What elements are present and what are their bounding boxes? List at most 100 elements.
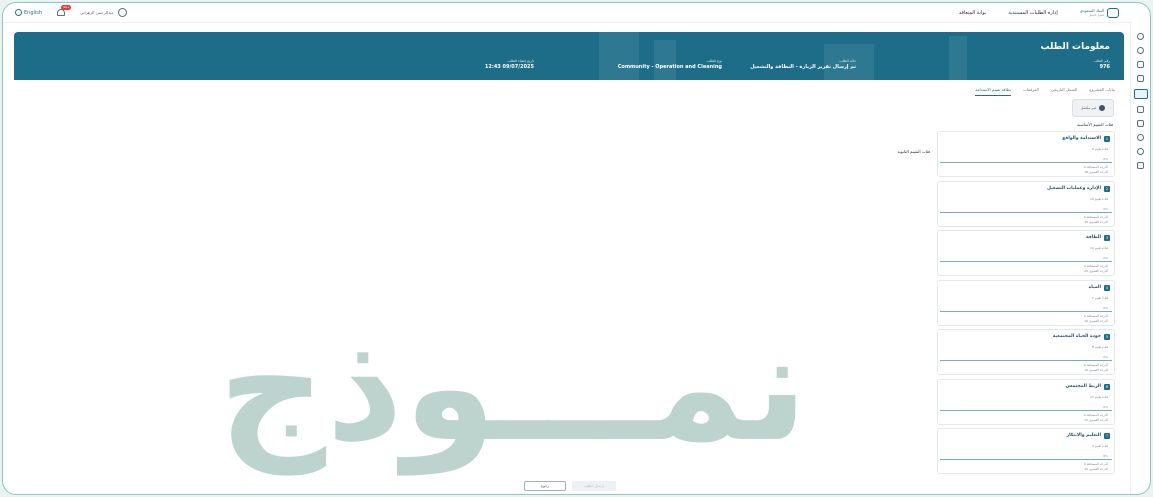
max-score: الدرجة القصوى 20 xyxy=(1084,318,1108,323)
status-icon xyxy=(1099,105,1106,111)
criteria-count: 8 فئات تقييم xyxy=(1091,345,1108,349)
request-status: حالة الطلب تم إرسال تقرير الزيارة - النظ… xyxy=(750,59,856,70)
nav-contractor-portal[interactable]: بوابة المتعاقد xyxy=(959,10,986,16)
criteria-number: 2 xyxy=(1104,185,1110,192)
top-bar: English 99+ عبدالرحمن الزهراني بوابة الم… xyxy=(3,3,1131,23)
app-frame: English 99+ عبدالرحمن الزهراني بوابة الم… xyxy=(2,2,1151,495)
tab-sustainability-card[interactable]: بطاقة تقييم الاستدامة xyxy=(975,87,1012,96)
criteria-list: 1 الاستدامة والواقع 9 فئات تقييم 0% الدر… xyxy=(937,131,1115,478)
print-icon[interactable] xyxy=(1137,120,1144,127)
criteria-card[interactable]: 3 الطاقة 10 فئات تقييم 0% الدرجة المستحق… xyxy=(937,230,1115,276)
earned-score: الدرجة المستحقة 0 xyxy=(1083,165,1108,169)
criteria-title: الربط المجتمعي xyxy=(1065,383,1101,389)
criteria-title: المياه xyxy=(1088,284,1101,290)
criteria-card[interactable]: 2 الإدارة وعمليات التشغيل 10 فئات تقييم … xyxy=(937,180,1115,227)
tab-attachments[interactable]: المرفقات xyxy=(1023,87,1039,96)
progress-bar xyxy=(940,211,1112,213)
earned-score: الدرجة المستحقة 0 xyxy=(1083,412,1108,417)
progress-bar xyxy=(940,162,1112,163)
documents-icon[interactable] xyxy=(1137,61,1144,68)
watermark: نمـــوذج xyxy=(218,301,808,475)
progress-fill xyxy=(940,459,1112,460)
earned-score: الدرجة المستحقة 0 xyxy=(1083,363,1108,367)
sub-criteria-title: فئات التقييم الثانوية xyxy=(897,149,930,154)
request-type: نوع الطلب Community - Operation and Clea… xyxy=(617,59,722,70)
max-score: الدرجة القصوى 20 xyxy=(1084,269,1108,273)
criteria-count: 9 فئات تقييم xyxy=(1091,147,1108,151)
criteria-percent: 0% xyxy=(1103,206,1108,211)
criteria-count: 4 فئات تقييم xyxy=(1091,444,1108,448)
criteria-percent: 0% xyxy=(1103,404,1108,409)
progress-bar xyxy=(940,310,1112,312)
max-score: الدرجة القصوى 18 xyxy=(1084,170,1108,174)
user-menu[interactable]: عبدالرحمن الزهراني xyxy=(80,8,127,17)
settings-icon[interactable] xyxy=(1137,134,1144,141)
earned-score: الدرجة المستحقة 0 xyxy=(1083,462,1108,466)
nav-document-requests[interactable]: إدارة الطلبات المستندية xyxy=(1008,10,1058,16)
main-criteria-title: فئات التقييم الأساسية xyxy=(1077,122,1113,127)
back-button[interactable]: رجوع xyxy=(524,481,566,491)
status-label: غير مكتمل xyxy=(1080,106,1097,110)
requests-icon[interactable] xyxy=(1133,89,1148,99)
notification-badge: 99+ xyxy=(61,5,72,10)
submit-button[interactable]: إرسال الطلب xyxy=(572,481,616,491)
criteria-count: 10 فئات تقييم xyxy=(1090,196,1108,201)
language-label: English xyxy=(24,9,43,16)
bell-icon xyxy=(57,9,66,16)
tab-project-data[interactable]: بيانات المشروع xyxy=(1089,87,1115,96)
progress-fill xyxy=(940,409,1112,411)
logo-icon xyxy=(1107,8,1119,18)
reports-icon[interactable] xyxy=(1137,162,1144,169)
criteria-count: 7 فئات تقييم xyxy=(1091,295,1108,300)
progress-fill xyxy=(940,310,1112,312)
status-badge: غير مكتمل xyxy=(1072,99,1114,117)
criteria-card[interactable]: 4 المياه 7 فئات تقييم 0% الدرجة المستحقة… xyxy=(937,279,1115,326)
criteria-card[interactable]: 1 الاستدامة والواقع 9 فئات تقييم 0% الدر… xyxy=(937,131,1115,177)
progress-fill xyxy=(940,261,1112,262)
criteria-title: الإدارة وعمليات التشغيل xyxy=(1047,185,1101,191)
progress-fill xyxy=(940,360,1112,361)
criteria-title: الاستدامة والواقع xyxy=(1062,136,1101,141)
page-title: معلومات الطلب xyxy=(1040,42,1110,52)
max-score: الدرجة القصوى 10 xyxy=(1084,467,1108,471)
criteria-number: 1 xyxy=(1104,136,1110,142)
progress-bar xyxy=(940,360,1112,361)
criteria-card[interactable]: 5 جودة الحياة المجتمعية 8 فئات تقييم 0% … xyxy=(937,329,1115,375)
criteria-number: 4 xyxy=(1104,284,1110,291)
progress-fill xyxy=(940,162,1112,163)
tab-bar: بطاقة تقييم الاستدامة المرفقات السجل الت… xyxy=(975,87,1115,96)
criteria-count: 10 فئات تقييم xyxy=(1090,394,1108,399)
earned-score: الدرجة المستحقة 0 xyxy=(1083,214,1108,219)
banner-decoration xyxy=(599,32,639,80)
criteria-percent: 0% xyxy=(1103,157,1108,161)
support-icon[interactable] xyxy=(1137,148,1144,155)
criteria-card[interactable]: 7 التعليم والابتكار 4 فئات تقييم 0% الدر… xyxy=(937,428,1115,474)
criteria-number: 6 xyxy=(1104,383,1110,390)
menu-icon[interactable] xyxy=(1137,106,1144,113)
progress-bar xyxy=(940,409,1112,411)
language-switch[interactable]: English xyxy=(15,9,42,16)
criteria-card[interactable]: 6 الربط المجتمعي 10 فئات تقييم 0% الدرجة… xyxy=(937,378,1115,425)
criteria-number: 7 xyxy=(1104,433,1110,439)
criteria-count: 10 فئات تقييم xyxy=(1090,246,1108,250)
notifications-button[interactable]: 99+ xyxy=(56,5,72,17)
avatar xyxy=(117,8,127,17)
earned-score: الدرجة المستحقة 0 xyxy=(1083,264,1108,268)
request-date: تاريخ إنشاء الطلب 12:43 09/07/2025 xyxy=(484,59,534,70)
brand-sub: لتمويل الأعمال xyxy=(1088,14,1104,17)
banner-decoration xyxy=(949,36,967,80)
criteria-percent: 0% xyxy=(1103,454,1108,458)
criteria-title: جودة الحياة المجتمعية xyxy=(1052,334,1101,339)
globe-icon xyxy=(15,9,22,16)
home-icon[interactable] xyxy=(1137,33,1144,40)
dashboard-icon[interactable] xyxy=(1137,47,1144,54)
earned-score: الدرجة المستحقة 0 xyxy=(1083,313,1108,318)
criteria-percent: 0% xyxy=(1103,305,1108,310)
side-rail xyxy=(1130,23,1150,494)
brand-logo: البنك السعودي لتمويل الأعمال xyxy=(1080,8,1119,18)
progress-fill xyxy=(940,211,1112,213)
tab-history[interactable]: السجل التاريخي xyxy=(1051,87,1078,96)
criteria-percent: 0% xyxy=(1103,256,1108,260)
list-icon[interactable] xyxy=(1137,75,1144,82)
criteria-title: التعليم والابتكار xyxy=(1066,433,1102,438)
